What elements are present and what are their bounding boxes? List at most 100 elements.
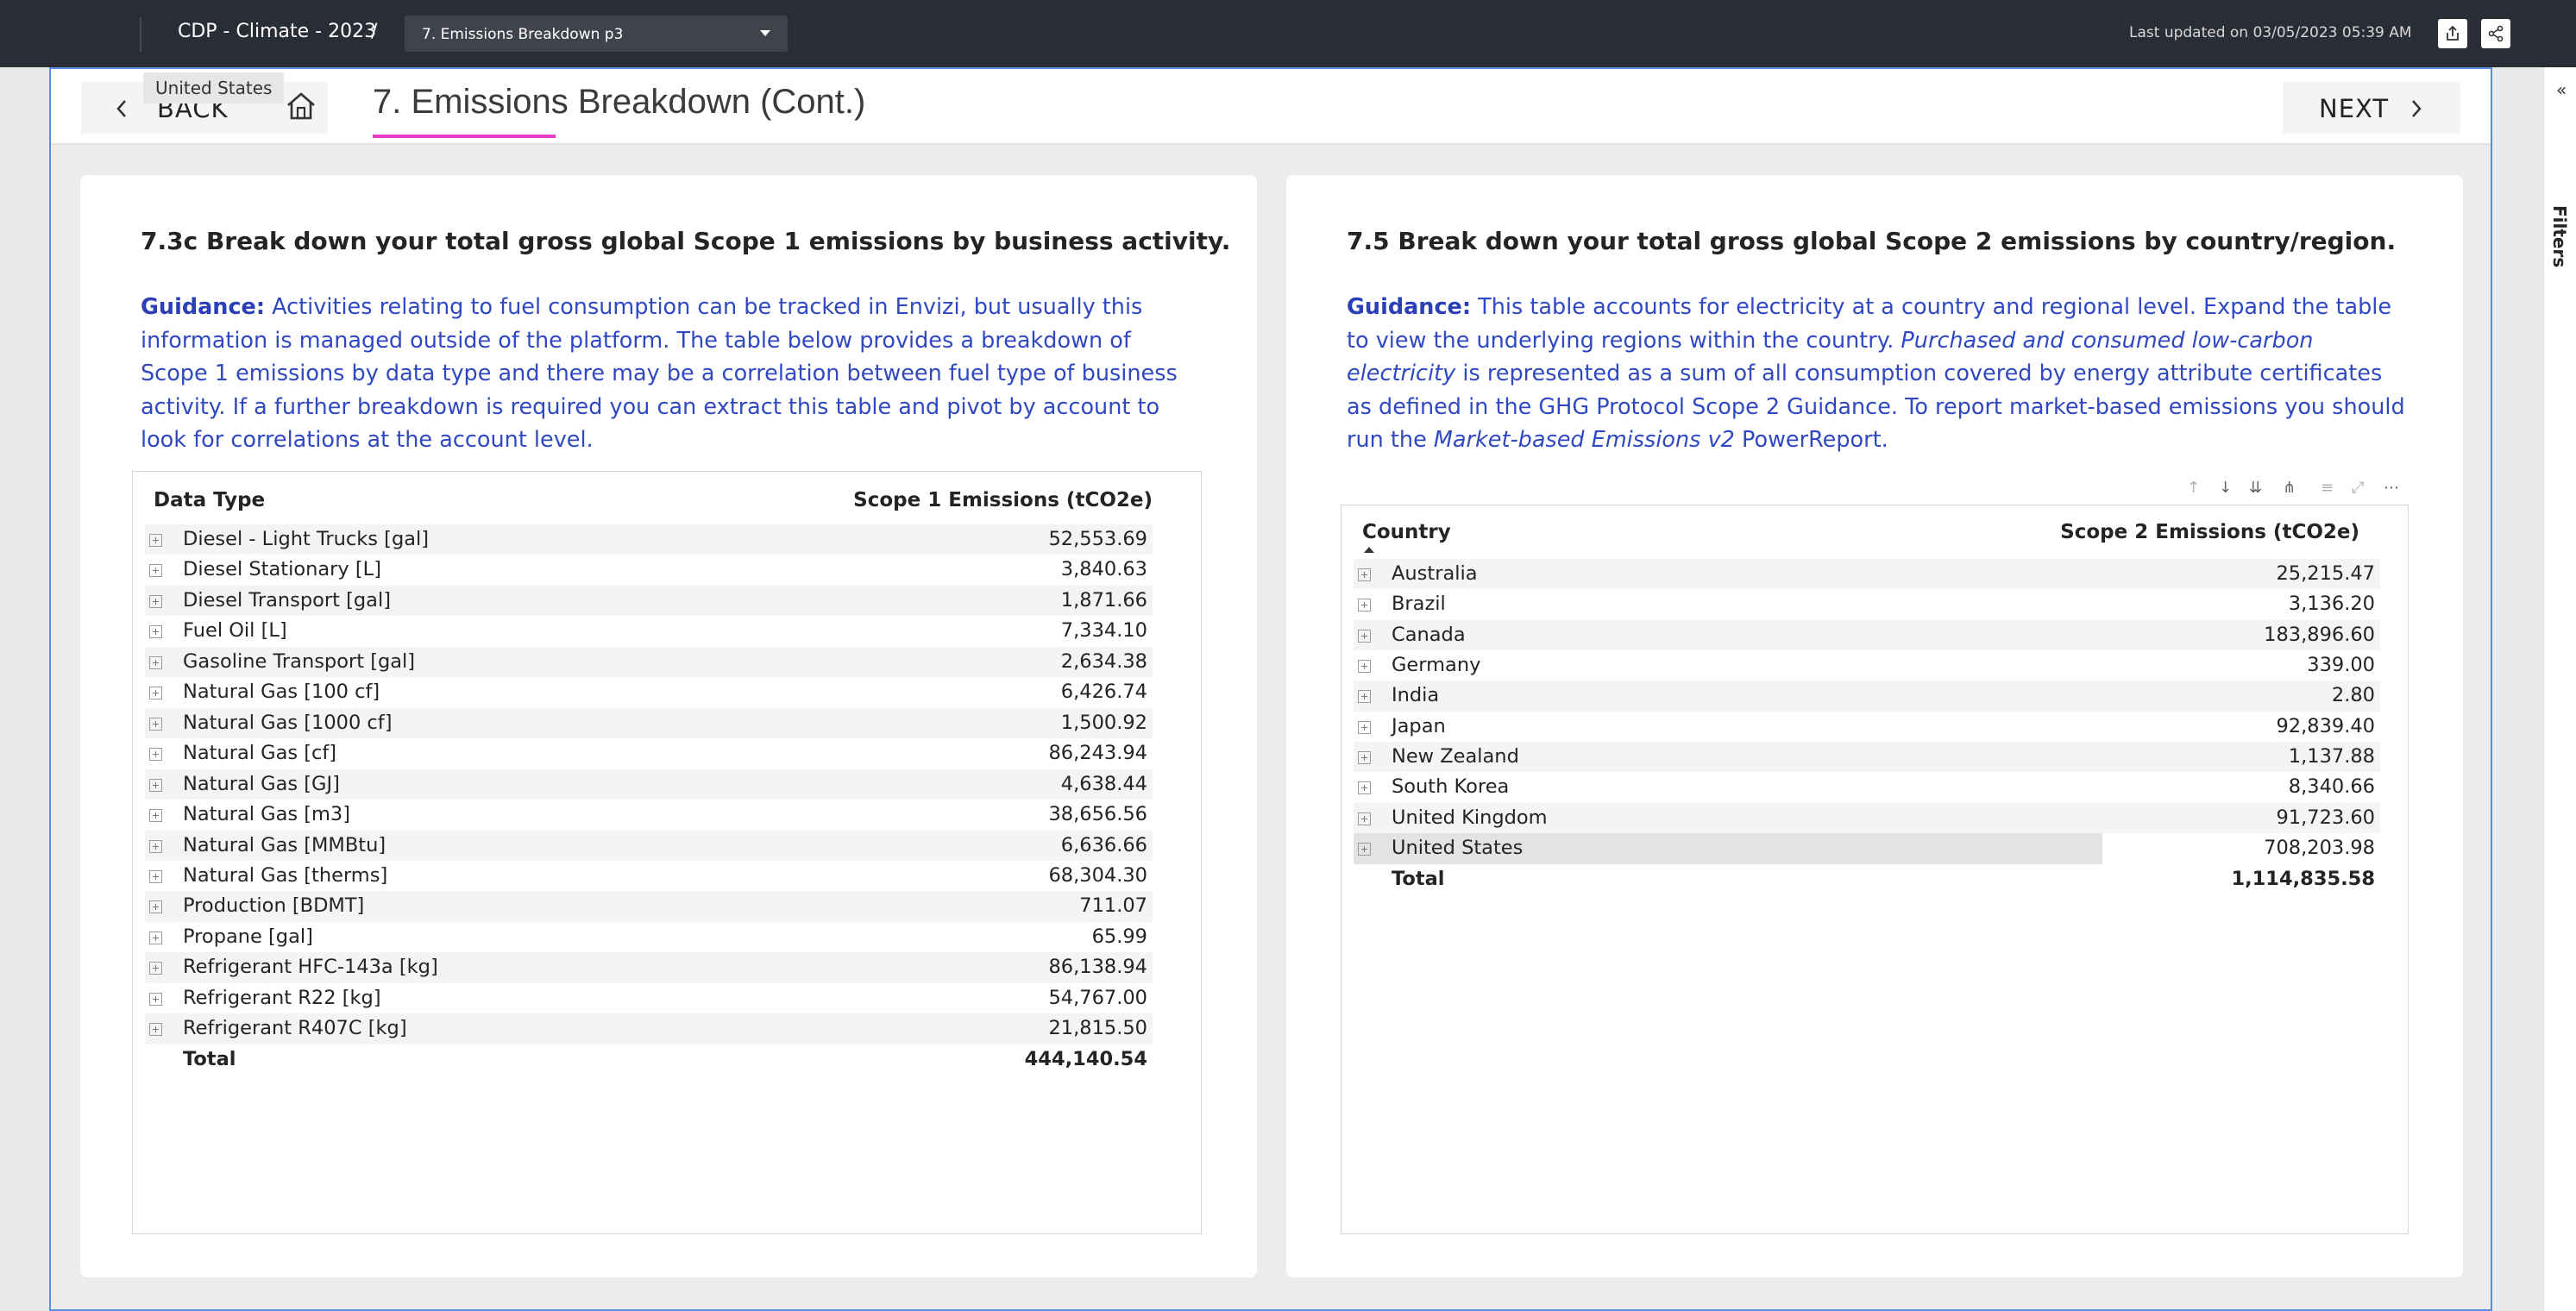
guidance-label: Guidance: bbox=[141, 294, 266, 320]
table-row[interactable]: Natural Gas [100 cf] 6,426.74 bbox=[145, 677, 1153, 707]
table-row[interactable]: Diesel - Light Trucks [gal] 52,553.69 bbox=[145, 524, 1153, 555]
table-row[interactable]: Refrigerant R22 [kg] 54,767.00 bbox=[145, 983, 1153, 1013]
table-row[interactable]: Germany 339.00 bbox=[1354, 650, 2380, 681]
table-row[interactable]: Natural Gas [MMBtu] 6,636.66 bbox=[145, 830, 1153, 861]
arrow-up-icon[interactable]: ↑ bbox=[2187, 479, 2200, 497]
export-button[interactable] bbox=[2438, 19, 2467, 48]
share-icon bbox=[2488, 25, 2504, 42]
more-options-icon[interactable]: ⋯ bbox=[2384, 479, 2399, 497]
expand-plus-icon[interactable] bbox=[149, 839, 162, 853]
expand-plus-icon[interactable] bbox=[149, 625, 162, 639]
expand-plus-icon[interactable] bbox=[1358, 660, 1371, 674]
table-row[interactable]: Natural Gas [therms] 68,304.30 bbox=[145, 861, 1153, 891]
expand-plus-icon[interactable] bbox=[149, 656, 162, 669]
table-row[interactable]: Japan 92,839.40 bbox=[1354, 712, 2380, 742]
table-row[interactable]: Diesel Transport [gal] 1,871.66 bbox=[145, 585, 1153, 617]
expand-plus-icon[interactable] bbox=[149, 594, 162, 608]
filters-label[interactable]: Filters bbox=[2549, 205, 2570, 267]
row-label: Canada bbox=[1392, 623, 1466, 646]
table-row[interactable]: Canada 183,896.60 bbox=[1354, 619, 2380, 651]
row-label: Brazil bbox=[1392, 593, 1446, 616]
expand-plus-icon[interactable] bbox=[1358, 843, 1371, 856]
table-row[interactable]: Brazil 3,136.20 bbox=[1354, 589, 2380, 619]
row-value: 86,243.94 bbox=[1048, 742, 1147, 765]
filter-icon[interactable]: ≡ bbox=[2321, 479, 2334, 497]
focus-mode-icon[interactable]: ⤢ bbox=[2352, 479, 2364, 497]
expand-plus-icon[interactable] bbox=[1358, 720, 1371, 734]
table-row[interactable]: Fuel Oil [L] 7,334.10 bbox=[145, 616, 1153, 646]
expand-plus-icon[interactable] bbox=[1358, 690, 1371, 704]
table-row[interactable]: Refrigerant HFC-143a [kg] 86,138.94 bbox=[145, 952, 1153, 983]
table-row[interactable]: Refrigerant R407C [kg] 21,815.50 bbox=[145, 1013, 1153, 1044]
expand-plus-icon[interactable] bbox=[149, 1023, 162, 1037]
filters-pane[interactable]: « Filters bbox=[2543, 67, 2576, 1311]
collapse-icon[interactable]: « bbox=[2556, 79, 2567, 100]
expand-plus-icon[interactable] bbox=[149, 931, 162, 944]
sort-ascending-icon bbox=[1364, 547, 1374, 553]
table-row[interactable]: South Korea 8,340.66 bbox=[1354, 772, 2380, 802]
row-value: 68,304.30 bbox=[1048, 863, 1147, 887]
row-label: Refrigerant R22 [kg] bbox=[183, 986, 381, 1009]
home-icon[interactable] bbox=[285, 91, 317, 122]
table-row[interactable]: Natural Gas [GJ] 4,638.44 bbox=[145, 768, 1153, 800]
next-button[interactable]: NEXT bbox=[2283, 82, 2460, 134]
table-row[interactable]: United Kingdom 91,723.60 bbox=[1354, 802, 2380, 834]
row-label: Diesel Stationary [L] bbox=[183, 558, 381, 581]
table-row[interactable]: Australia 25,215.47 bbox=[1354, 559, 2380, 590]
expand-plus-icon[interactable] bbox=[149, 717, 162, 731]
row-value: 91,723.60 bbox=[2276, 806, 2375, 829]
expand-plus-icon[interactable] bbox=[149, 778, 162, 792]
expand-plus-icon[interactable] bbox=[149, 869, 162, 883]
column-header-scope1[interactable]: Scope 1 Emissions (tCO2e) bbox=[853, 489, 1153, 511]
share-button[interactable] bbox=[2481, 19, 2510, 48]
expand-plus-icon[interactable] bbox=[1358, 751, 1371, 765]
report-title[interactable]: CDP - Climate - 2023 bbox=[178, 21, 376, 42]
table-row[interactable]: Natural Gas [m3] 38,656.56 bbox=[145, 800, 1153, 830]
expand-plus-icon[interactable] bbox=[149, 809, 162, 823]
double-arrow-down-icon[interactable]: ⇊ bbox=[2249, 479, 2262, 497]
arrow-down-icon[interactable]: ↓ bbox=[2219, 479, 2232, 497]
table-row[interactable]: Natural Gas [cf] 86,243.94 bbox=[145, 738, 1153, 768]
column-header-country[interactable]: Country bbox=[1362, 521, 1451, 543]
expand-plus-icon[interactable] bbox=[1358, 812, 1371, 825]
total-label: Total bbox=[183, 1047, 236, 1070]
guidance-text: Activities relating to fuel consumption … bbox=[141, 294, 1178, 453]
expand-plus-icon[interactable] bbox=[1358, 629, 1371, 643]
column-header-scope2[interactable]: Scope 2 Emissions (tCO2e) bbox=[2060, 521, 2359, 543]
table-row[interactable]: Production [BDMT] 711.07 bbox=[145, 891, 1153, 922]
expand-plus-icon[interactable] bbox=[149, 687, 162, 700]
expand-plus-icon[interactable] bbox=[1358, 781, 1371, 795]
row-label: Natural Gas [MMBtu] bbox=[183, 833, 386, 856]
row-label: Diesel - Light Trucks [gal] bbox=[183, 528, 430, 550]
expand-plus-icon[interactable] bbox=[149, 900, 162, 914]
table-row[interactable]: Natural Gas [1000 cf] 1,500.92 bbox=[145, 707, 1153, 739]
expand-plus-icon[interactable] bbox=[149, 534, 162, 547]
expand-plus-icon[interactable] bbox=[1358, 568, 1371, 581]
expand-plus-icon[interactable] bbox=[149, 962, 162, 975]
page-selector-dropdown[interactable]: 7. Emissions Breakdown p3 bbox=[405, 16, 788, 52]
total-label: Total bbox=[1392, 867, 1445, 890]
row-value: 7,334.10 bbox=[1060, 619, 1147, 643]
table-row[interactable]: India 2.80 bbox=[1354, 681, 2380, 712]
table-row[interactable]: New Zealand 1,137.88 bbox=[1354, 742, 2380, 773]
expand-plus-icon[interactable] bbox=[149, 564, 162, 578]
row-label: Japan bbox=[1392, 714, 1446, 737]
table-row[interactable]: Propane [gal] 65.99 bbox=[145, 922, 1153, 952]
expand-plus-icon[interactable] bbox=[149, 992, 162, 1006]
row-value: 65.99 bbox=[1091, 925, 1147, 948]
expand-plus-icon[interactable] bbox=[1358, 599, 1371, 612]
row-label: Production [BDMT] bbox=[183, 894, 365, 918]
row-label: Natural Gas [therms] bbox=[183, 863, 388, 887]
chevron-left-icon bbox=[116, 100, 126, 117]
row-label: Natural Gas [m3] bbox=[183, 803, 351, 826]
row-label: Natural Gas [GJ] bbox=[183, 772, 340, 795]
table-row[interactable]: Diesel Stationary [L] 3,840.63 bbox=[145, 555, 1153, 585]
table-row[interactable]: Gasoline Transport [gal] 2,634.38 bbox=[145, 646, 1153, 678]
row-label: Australia bbox=[1392, 562, 1478, 585]
expand-plus-icon[interactable] bbox=[149, 748, 162, 762]
table-row[interactable]: United States 708,203.98 bbox=[1354, 833, 2380, 864]
column-header-data-type[interactable]: Data Type bbox=[154, 489, 265, 511]
row-value: 2,634.38 bbox=[1060, 649, 1147, 673]
breadcrumb-separator: / bbox=[371, 21, 378, 42]
expand-hierarchy-icon[interactable]: ⋔ bbox=[2283, 479, 2296, 497]
